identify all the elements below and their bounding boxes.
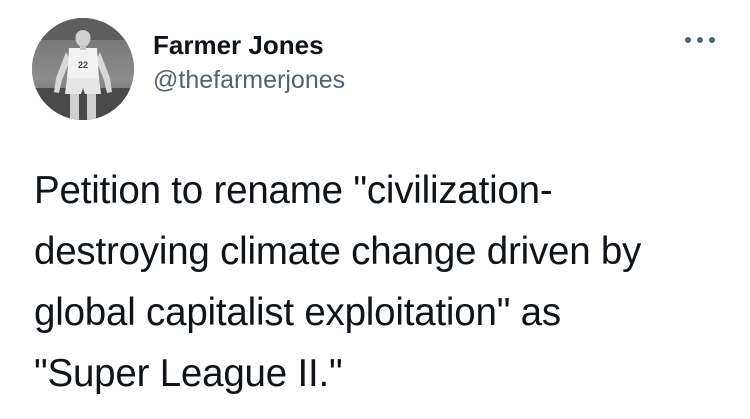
author-name[interactable]: Farmer Jones [153,30,324,61]
author-avatar[interactable]: 22 [32,18,134,120]
tweet-card: 22 Farmer Jones @thefarmerjones Petition… [0,0,750,419]
more-options-button[interactable] [680,26,720,54]
more-horizontal-icon [685,37,715,43]
tweet-text-line: Petition to rename "civilization- [34,169,553,212]
tweet-text: Petition to rename "civilization- destro… [34,160,734,404]
jersey-number: 22 [78,60,88,70]
tweet-text-line: destroying climate change driven by [34,230,642,273]
author-handle[interactable]: @thefarmerjones [153,66,345,95]
basketball-player-photo-icon: 22 [32,18,134,120]
tweet-text-line: "Super League II." [34,352,343,395]
tweet-text-line: global capitalist exploitation" as [34,291,561,334]
